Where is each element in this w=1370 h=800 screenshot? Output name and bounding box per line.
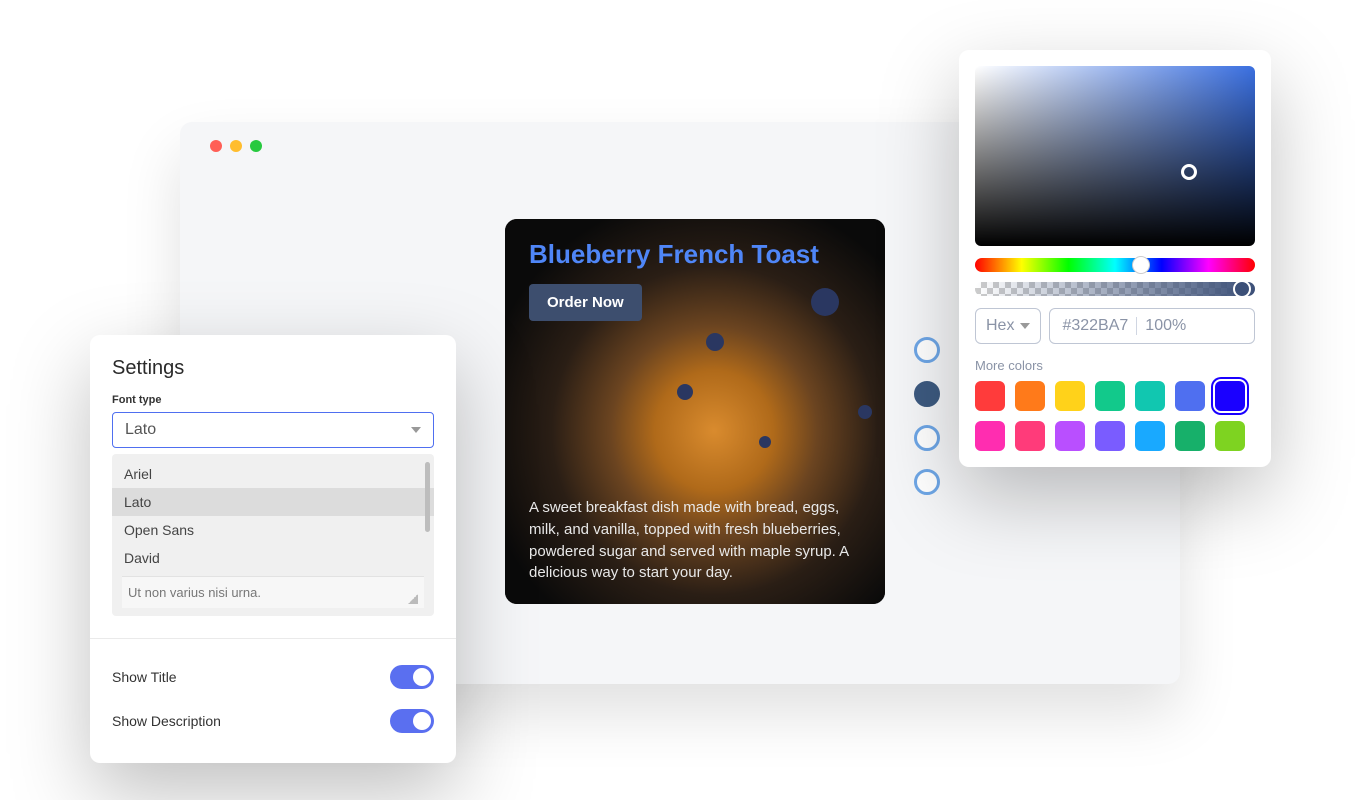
font-option-david[interactable]: David [112, 544, 434, 572]
product-description: A sweet breakfast dish made with bread, … [529, 497, 861, 584]
color-swatch[interactable] [1135, 421, 1165, 451]
swatch-grid [975, 381, 1255, 451]
color-cursor-icon[interactable] [1181, 164, 1197, 180]
color-swatch[interactable] [975, 421, 1005, 451]
hex-input[interactable]: #322BA7 100% [1049, 308, 1255, 344]
color-picker-panel: Hex #322BA7 100% More colors [959, 50, 1271, 467]
show-title-toggle[interactable] [390, 665, 434, 689]
color-input-row: Hex #322BA7 100% [975, 308, 1255, 344]
product-card: Blueberry French Toast Order Now A sweet… [505, 219, 885, 604]
show-title-label: Show Title [112, 669, 177, 685]
divider [90, 638, 456, 639]
scrollbar-thumb[interactable] [425, 462, 430, 532]
saturation-value-area[interactable] [975, 66, 1255, 246]
separator [1136, 317, 1137, 335]
settings-title: Settings [112, 357, 434, 380]
page-dot-2[interactable] [914, 381, 940, 407]
alpha-slider[interactable] [975, 282, 1255, 296]
show-title-row: Show Title [112, 655, 434, 699]
alpha-handle[interactable] [1233, 280, 1251, 298]
chevron-down-icon [1020, 323, 1030, 329]
color-format-label: Hex [986, 317, 1014, 335]
product-content: Blueberry French Toast Order Now A sweet… [505, 219, 885, 604]
color-swatch[interactable] [1095, 381, 1125, 411]
color-swatch[interactable] [1175, 421, 1205, 451]
hue-handle[interactable] [1132, 256, 1150, 274]
color-swatch[interactable] [1055, 381, 1085, 411]
show-description-row: Show Description [112, 699, 434, 743]
settings-panel: Settings Font type Lato Ariel Lato Open … [90, 335, 456, 763]
page-dot-1[interactable] [914, 337, 940, 363]
minimize-window-icon[interactable] [230, 140, 242, 152]
font-type-dropdown[interactable]: Lato [112, 412, 434, 448]
maximize-window-icon[interactable] [250, 140, 262, 152]
close-window-icon[interactable] [210, 140, 222, 152]
color-swatch[interactable] [1215, 421, 1245, 451]
show-description-label: Show Description [112, 713, 221, 729]
chevron-down-icon [411, 427, 421, 433]
font-option-open-sans[interactable]: Open Sans [112, 516, 434, 544]
color-swatch[interactable] [975, 381, 1005, 411]
font-type-label: Font type [112, 394, 434, 406]
color-swatch[interactable] [1215, 381, 1245, 411]
font-type-listbox: Ariel Lato Open Sans David Ut non varius… [112, 454, 434, 616]
font-type-selected: Lato [125, 421, 156, 439]
font-option-lato[interactable]: Lato [112, 488, 434, 516]
color-format-select[interactable]: Hex [975, 308, 1041, 344]
hue-slider[interactable] [975, 258, 1255, 272]
color-swatch[interactable] [1015, 381, 1045, 411]
order-now-button[interactable]: Order Now [529, 284, 642, 321]
color-swatch[interactable] [1135, 381, 1165, 411]
color-swatch[interactable] [1175, 381, 1205, 411]
opacity-value: 100% [1145, 317, 1186, 335]
page-dot-3[interactable] [914, 425, 940, 451]
product-title: Blueberry French Toast [529, 239, 861, 270]
font-option-ariel[interactable]: Ariel [112, 460, 434, 488]
hex-value: #322BA7 [1062, 317, 1128, 335]
more-colors-label: More colors [975, 358, 1255, 373]
show-description-toggle[interactable] [390, 709, 434, 733]
color-swatch[interactable] [1055, 421, 1085, 451]
color-swatch[interactable] [1095, 421, 1125, 451]
color-swatch[interactable] [1015, 421, 1045, 451]
pagination-dots [914, 337, 940, 495]
page-dot-4[interactable] [914, 469, 940, 495]
text-preview-input[interactable]: Ut non varius nisi urna. [122, 576, 424, 608]
